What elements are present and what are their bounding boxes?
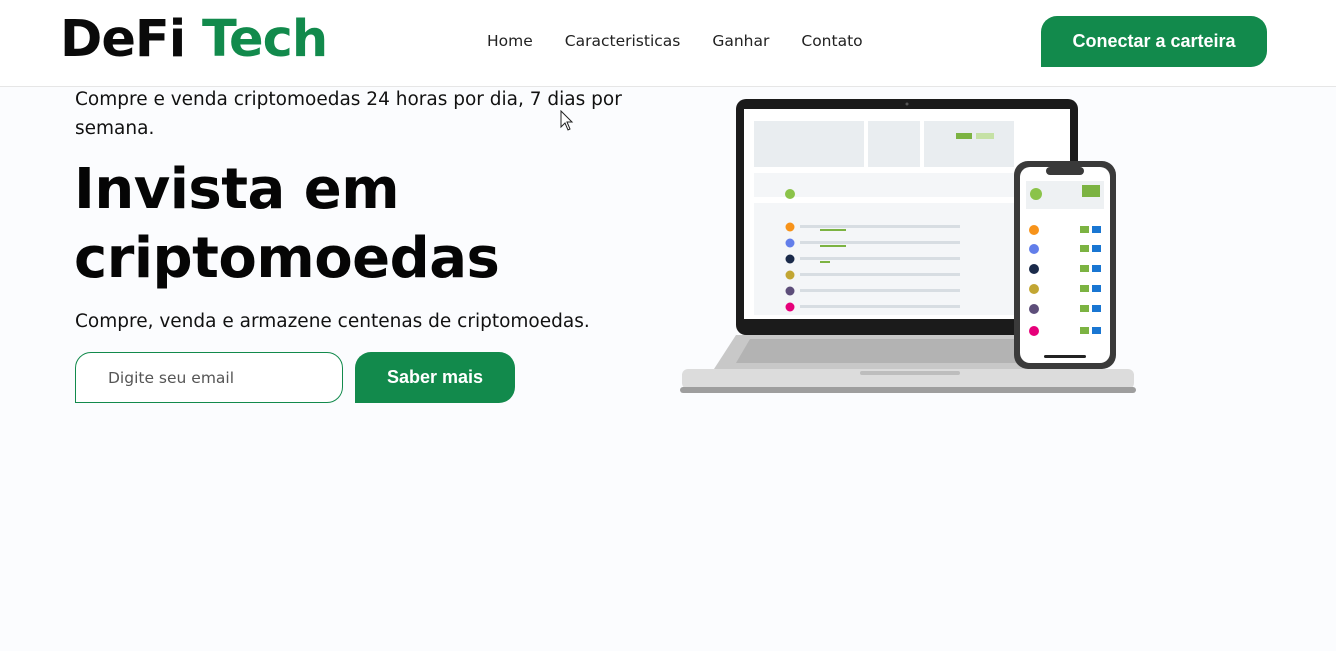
laptop-phone-illustration <box>680 99 1136 393</box>
hero-headline: Invista em criptomoedas <box>74 157 500 291</box>
nav-link-contato[interactable]: Contato <box>801 30 862 52</box>
nav-link-home[interactable]: Home <box>487 30 533 52</box>
arrow-cursor-icon <box>560 110 574 131</box>
brand-logo[interactable]: DeFi Tech <box>60 8 328 72</box>
navbar: DeFi Tech Home Caracteristicas Ganhar Co… <box>0 0 1336 87</box>
nav-link-ganhar[interactable]: Ganhar <box>712 30 769 52</box>
brand-name-part1: DeFi <box>60 10 186 69</box>
hero-tagline: Compre e venda criptomoedas 24 horas por… <box>75 89 622 139</box>
main-nav: Home Caracteristicas Ganhar Contato <box>487 30 863 52</box>
nav-link-caracteristicas[interactable]: Caracteristicas <box>565 30 681 52</box>
hero-subline: Compre, venda e armazene centenas de cri… <box>75 311 590 332</box>
connect-wallet-button[interactable]: Conectar a carteira <box>1041 16 1267 67</box>
email-input[interactable] <box>75 352 343 403</box>
brand-name-part2: Tech <box>202 10 328 69</box>
saber-mais-button[interactable]: Saber mais <box>355 352 515 403</box>
